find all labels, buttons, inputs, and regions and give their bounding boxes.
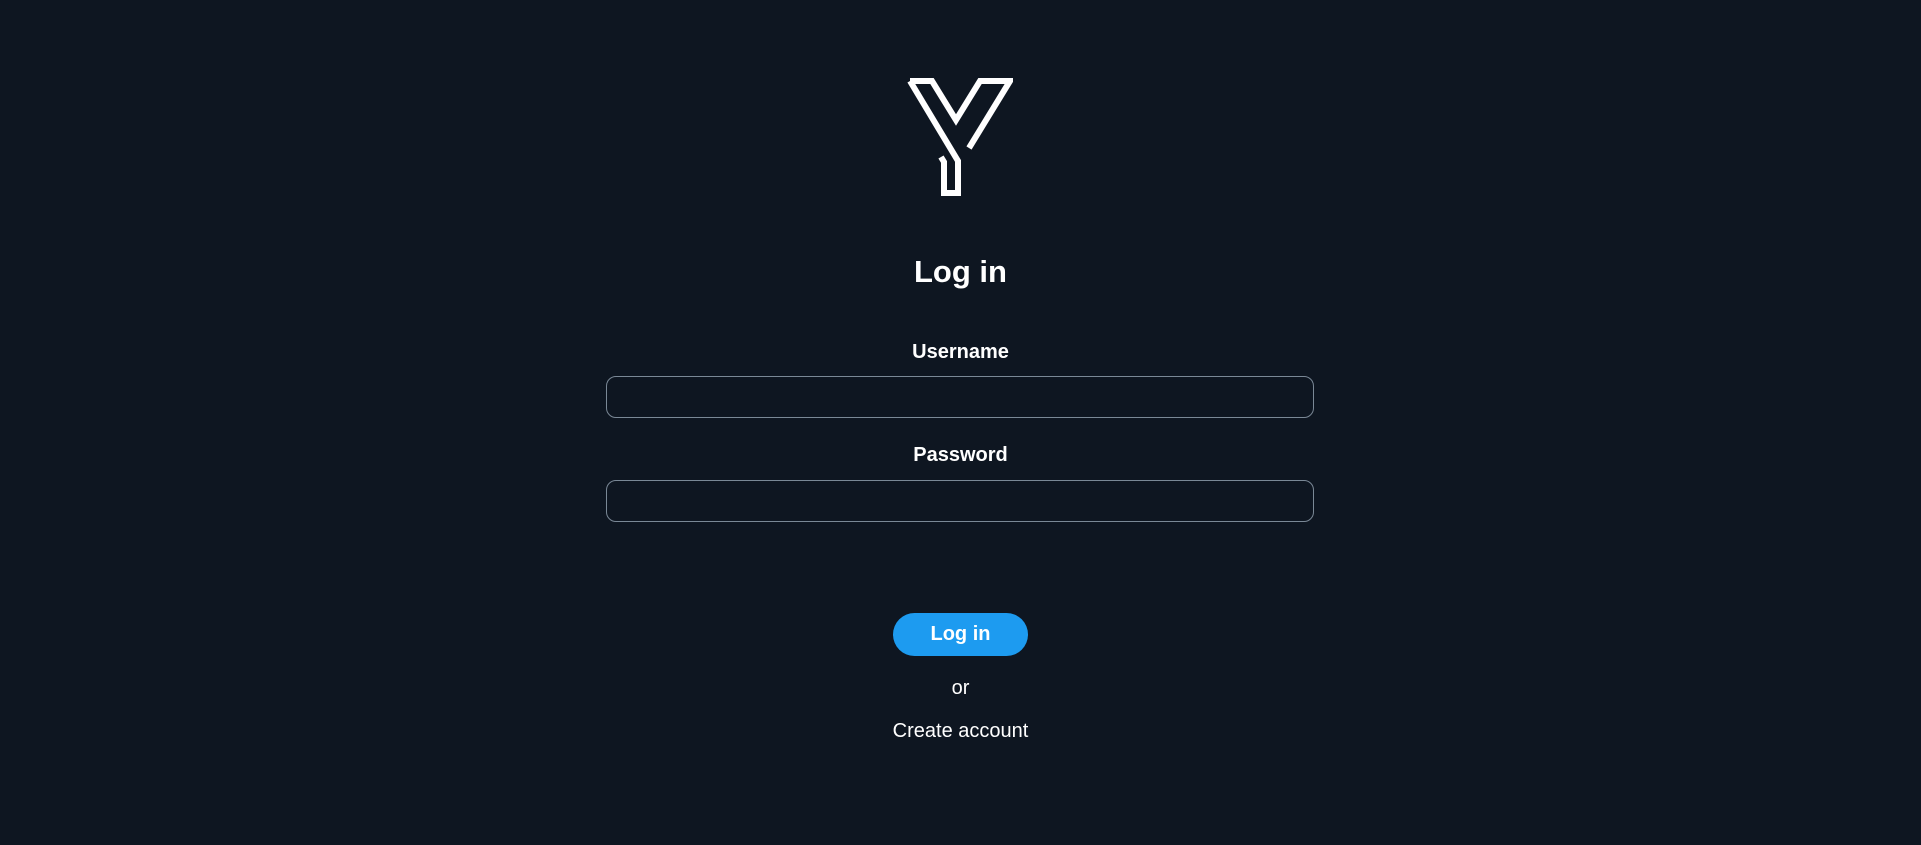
login-button[interactable]: Log in — [893, 613, 1028, 656]
username-label: Username — [912, 341, 1009, 363]
or-separator: or — [951, 677, 970, 699]
create-account-link[interactable]: Create account — [860, 719, 1061, 743]
username-input[interactable] — [606, 376, 1314, 418]
y-logo-icon — [907, 78, 1013, 198]
password-label: Password — [913, 444, 1008, 466]
login-page: Log in Username Password Log in or Creat… — [0, 0, 1921, 845]
password-input[interactable] — [606, 480, 1314, 522]
page-title: Log in — [914, 254, 1007, 289]
